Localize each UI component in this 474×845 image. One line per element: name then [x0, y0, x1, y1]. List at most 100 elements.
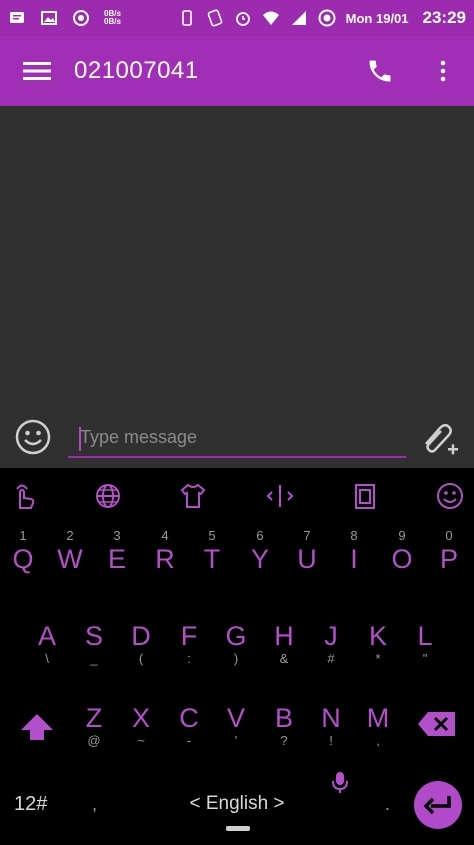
more-options-button[interactable] — [428, 51, 458, 91]
message-input[interactable] — [68, 418, 406, 458]
app-bar: 021007041 — [0, 36, 474, 106]
key-label: U — [297, 544, 317, 574]
key-label: A — [37, 621, 56, 651]
key-w[interactable]: 2W — [47, 528, 93, 574]
key-i[interactable]: 8I — [331, 528, 377, 574]
attach-icon — [425, 424, 458, 455]
key-j[interactable]: J # — [308, 621, 354, 667]
call-button[interactable] — [360, 51, 400, 91]
alarm-icon — [234, 9, 252, 27]
key-q[interactable]: 1Q — [0, 528, 46, 574]
key-label: N — [321, 703, 341, 733]
key-n[interactable]: N! — [308, 703, 354, 749]
shift-icon — [21, 714, 53, 740]
menu-icon — [23, 62, 51, 80]
key-hint: , — [376, 733, 380, 748]
key-label: R — [155, 544, 175, 574]
key-label: G — [225, 621, 247, 651]
status-date: Mon 19/01 — [345, 10, 409, 26]
key-hint: 3 — [113, 528, 121, 543]
key-hint: 2 — [66, 528, 74, 543]
status-bar: 0B/s 0B/s Mon 19/01 23:29 — [0, 0, 474, 36]
conversation-area — [0, 106, 474, 406]
key-label: W — [57, 544, 83, 574]
theme-button[interactable] — [175, 478, 211, 514]
clipboard-button[interactable] — [347, 478, 383, 514]
language-button[interactable] — [90, 478, 126, 514]
key-label: L — [417, 621, 433, 651]
key-hint: 8 — [350, 528, 358, 543]
key-p[interactable]: 0P — [426, 528, 472, 574]
key-label: S — [84, 621, 103, 651]
key-hint: * — [375, 651, 381, 666]
key-s[interactable]: S _ — [71, 621, 117, 667]
backspace-key[interactable] — [416, 709, 458, 739]
key-label: C — [179, 703, 199, 733]
attach-button[interactable] — [418, 418, 458, 458]
key-label: P — [439, 544, 458, 574]
period-key[interactable]: . — [385, 794, 390, 815]
key-l[interactable]: L " — [402, 621, 448, 667]
key-hint: 1 — [19, 528, 27, 543]
gesture-button[interactable] — [6, 478, 42, 514]
voice-input-key[interactable] — [330, 770, 350, 794]
emoji-button[interactable] — [14, 418, 52, 456]
key-z[interactable]: Z @ — [71, 703, 117, 749]
space-key[interactable]: < English > — [178, 793, 296, 815]
vibrate-icon — [178, 9, 196, 27]
key-b[interactable]: B? — [261, 703, 307, 749]
key-a[interactable]: A \ — [24, 621, 70, 667]
key-hint: 6 — [256, 528, 264, 543]
key-y[interactable]: 6Y — [237, 528, 283, 574]
key-d[interactable]: D( — [118, 621, 164, 667]
key-hint: " — [422, 651, 428, 666]
key-label: M — [366, 703, 390, 733]
clipboard-icon — [355, 484, 375, 509]
conversation-title: 021007041 — [74, 57, 199, 84]
key-m[interactable]: M, — [355, 703, 401, 749]
cursor-control-button[interactable] — [262, 478, 298, 514]
key-label: E — [107, 544, 126, 574]
key-c[interactable]: C- — [166, 703, 212, 749]
symbols-key[interactable]: 12# — [14, 793, 47, 816]
key-label: O — [391, 544, 413, 574]
key-hint: # — [327, 651, 335, 666]
gesture-icon — [16, 484, 35, 509]
key-t[interactable]: 5T — [189, 528, 235, 574]
key-g[interactable]: G) — [213, 621, 259, 667]
key-r[interactable]: 4R — [142, 528, 188, 574]
key-label: Y — [250, 544, 269, 574]
key-label: Q — [12, 544, 34, 574]
emoji-icon — [15, 419, 51, 455]
key-hint: ~ — [137, 733, 145, 748]
key-label: J — [324, 621, 338, 651]
shift-key[interactable] — [18, 711, 56, 743]
network-speed: 0B/s 0B/s — [104, 10, 121, 26]
key-v[interactable]: V ' — [213, 703, 259, 749]
text-cursor — [79, 427, 81, 451]
key-o[interactable]: 9O — [379, 528, 425, 574]
key-label: I — [350, 544, 358, 574]
menu-button[interactable] — [0, 36, 74, 106]
status-time: 23:29 — [422, 8, 466, 27]
emoji-icon — [437, 483, 463, 509]
key-x[interactable]: X ~ — [118, 703, 164, 749]
key-f[interactable]: F: — [166, 621, 212, 667]
comma-key[interactable]: , — [92, 794, 97, 815]
key-label: B — [274, 703, 293, 733]
sms-icon — [8, 9, 26, 27]
key-hint: 0 — [445, 528, 453, 543]
enter-key[interactable] — [414, 781, 462, 829]
key-e[interactable]: 3E — [94, 528, 140, 574]
emoji-keyboard-button[interactable] — [432, 478, 468, 514]
key-u[interactable]: 7U — [284, 528, 330, 574]
key-k[interactable]: K * — [355, 621, 401, 667]
key-hint: : — [187, 651, 191, 666]
speed-down-text: 0B/s — [104, 17, 121, 26]
key-hint: 4 — [161, 528, 169, 543]
signal-icon — [290, 9, 308, 27]
sync-icon — [318, 9, 336, 27]
mic-icon — [332, 772, 348, 793]
key-hint: 9 — [398, 528, 406, 543]
key-h[interactable]: H & — [261, 621, 307, 667]
